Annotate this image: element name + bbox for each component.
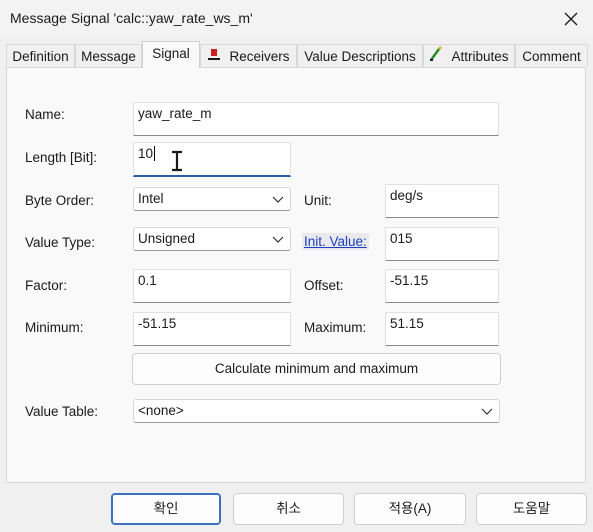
tab-label: Value Descriptions [304, 49, 416, 64]
text-caret [154, 146, 156, 161]
tab-label: Attributes [451, 49, 509, 64]
calculate-min-max-button[interactable]: Calculate minimum and maximum [132, 353, 501, 385]
factor-label: Factor: [25, 278, 68, 293]
minimum-label: Minimum: [25, 320, 84, 335]
chevron-down-icon [481, 408, 493, 415]
name-value: yaw_rate_m [138, 106, 212, 121]
tab-label: Message [81, 49, 136, 64]
ok-button[interactable]: 확인 [111, 493, 221, 525]
tab-label: Definition [12, 49, 69, 64]
tab-signal[interactable]: Signal [142, 41, 200, 68]
window-title: Message Signal 'calc::yaw_rate_ws_m' [10, 10, 253, 26]
value-table-value: <none> [138, 403, 184, 418]
name-input[interactable]: yaw_rate_m [133, 102, 499, 136]
tab-strip: Definition Message Signal Receivers Valu… [6, 41, 588, 68]
offset-input[interactable]: -51.15 [385, 269, 499, 303]
length-value: 10 [138, 146, 154, 161]
init-value: 015 [390, 231, 413, 246]
offset-label: Offset: [304, 278, 344, 293]
value-table-label: Value Table: [25, 404, 99, 419]
byte-order-value: Intel [138, 191, 164, 206]
length-input[interactable]: 10 [133, 142, 291, 177]
tab-message[interactable]: Message [75, 44, 142, 67]
tab-receivers[interactable]: Receivers [200, 44, 297, 67]
length-label: Length [Bit]: [25, 150, 98, 165]
receiver-icon [207, 46, 221, 69]
name-label: Name: [25, 107, 65, 122]
init-value-input[interactable]: 015 [385, 227, 499, 261]
unit-value: deg/s [390, 188, 424, 203]
tab-label: Comment [522, 49, 581, 64]
value-type-select[interactable]: Unsigned [133, 227, 291, 251]
calculate-button-label: Calculate minimum and maximum [214, 361, 419, 376]
chevron-down-icon [272, 196, 284, 203]
maximum-input[interactable]: 51.15 [385, 312, 499, 346]
apply-button-label: 적용(A) [388, 501, 432, 516]
ibeam-cursor-icon [172, 150, 182, 172]
chevron-down-icon [272, 236, 284, 243]
init-value-link[interactable]: Init. Value: [302, 233, 369, 250]
tab-definition[interactable]: Definition [6, 44, 75, 67]
unit-input[interactable]: deg/s [385, 184, 499, 218]
value-type-label: Value Type: [25, 235, 96, 250]
byte-order-select[interactable]: Intel [133, 187, 291, 211]
help-button[interactable]: 도움말 [476, 493, 587, 525]
unit-label: Unit: [304, 193, 332, 208]
value-table-select[interactable]: <none> [133, 399, 500, 423]
tab-comment[interactable]: Comment [515, 44, 588, 67]
apply-button[interactable]: 적용(A) [354, 493, 466, 525]
cancel-button[interactable]: 취소 [233, 493, 344, 525]
ok-button-label: 확인 [153, 501, 179, 516]
title-bar: Message Signal 'calc::yaw_rate_ws_m' [0, 0, 593, 38]
tab-label: Signal [152, 46, 190, 61]
factor-input[interactable]: 0.1 [133, 269, 291, 303]
tab-attributes[interactable]: Attributes [423, 44, 515, 67]
byte-order-label: Byte Order: [25, 193, 95, 208]
attributes-icon [429, 46, 443, 69]
help-button-label: 도움말 [512, 501, 551, 516]
maximum-label: Maximum: [304, 320, 367, 335]
minimum-value: -51.15 [138, 316, 177, 331]
minimum-input[interactable]: -51.15 [133, 312, 291, 346]
tab-label: Receivers [229, 49, 290, 64]
tab-value-descriptions[interactable]: Value Descriptions [297, 44, 423, 67]
cancel-button-label: 취소 [276, 501, 301, 516]
maximum-value: 51.15 [390, 316, 424, 331]
factor-value: 0.1 [138, 273, 157, 288]
offset-value: -51.15 [390, 273, 429, 288]
close-icon [564, 12, 578, 26]
value-type-value: Unsigned [138, 231, 196, 246]
close-button[interactable] [553, 4, 589, 34]
